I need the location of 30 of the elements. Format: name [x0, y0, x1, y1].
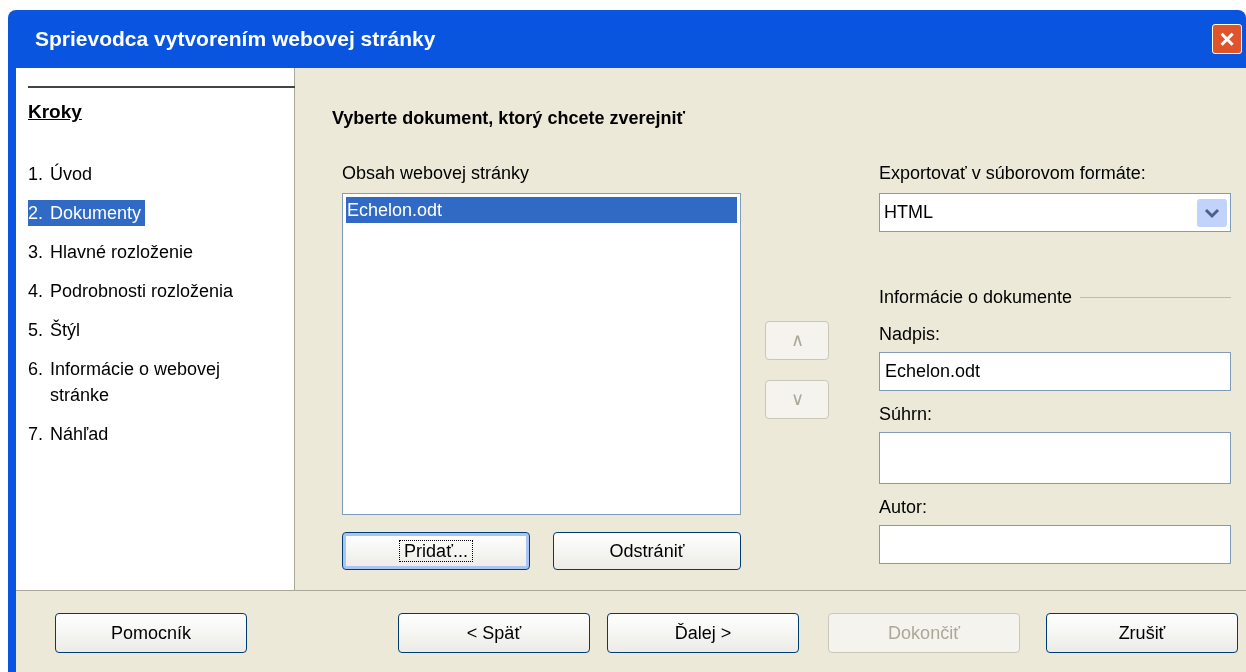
steps-title: Kroky	[28, 100, 82, 124]
step-item[interactable]: 1. Úvod	[28, 160, 97, 187]
chevron-down-icon	[1197, 198, 1227, 227]
section-title: Informácie o dokumente	[879, 286, 1073, 309]
text-field[interactable]: Echelon.odt	[879, 352, 1231, 391]
step-item[interactable]: 7. Náhľad	[28, 420, 113, 447]
list-item[interactable]: Echelon.odt	[346, 197, 737, 223]
close-button[interactable]: ×	[1212, 24, 1242, 54]
window-title: Sprievodca vytvorením webovej stránky	[35, 26, 436, 53]
list-button[interactable]: Odstrániť	[553, 532, 741, 570]
step-item[interactable]: 3. Hlavné rozloženie	[28, 238, 198, 265]
page-heading: Vyberte dokument, ktorý chcete zverejniť	[332, 107, 686, 130]
list-button[interactable]: Pridať...	[342, 532, 530, 570]
footer-button[interactable]: Ďalej >	[607, 613, 799, 653]
field-label: Súhrn:	[879, 403, 933, 426]
footer-button[interactable]: < Späť	[398, 613, 590, 653]
step-item[interactable]: 2. Dokumenty	[28, 199, 146, 226]
footer-button[interactable]: Zrušiť	[1046, 613, 1238, 653]
document-list[interactable]: Echelon.odt	[342, 193, 741, 515]
text-field[interactable]	[879, 525, 1231, 564]
field-label: Autor:	[879, 496, 928, 519]
field-label: Nadpis:	[879, 323, 941, 346]
step-item[interactable]: 4. Podrobnosti rozloženia	[28, 277, 238, 304]
text-field[interactable]	[879, 432, 1231, 484]
step-item[interactable]: 5. Štýl	[28, 316, 84, 343]
format-dropdown[interactable]: HTML	[879, 193, 1231, 232]
list-label: Obsah webovej stránky	[342, 162, 530, 185]
step-item[interactable]: 6. Informácie o webovej stránke	[28, 355, 279, 408]
footer-button[interactable]: Pomocník	[55, 613, 247, 653]
export-label: Exportovať v súborovom formáte:	[879, 162, 1146, 185]
